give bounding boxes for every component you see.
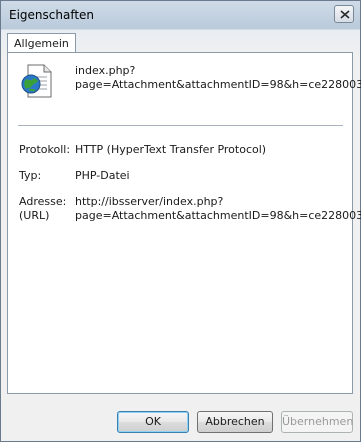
protocol-value: HTTP (HyperText Transfer Protocol)	[75, 143, 267, 156]
close-icon	[340, 10, 350, 19]
cancel-button[interactable]: Abbrechen	[197, 411, 273, 433]
address-label: Adresse: (URL)	[19, 195, 66, 223]
type-label: Typ:	[19, 169, 42, 182]
tab-allgemein[interactable]: Allgemein	[7, 33, 76, 53]
address-value: http://ibsserver/index.php? page=Attachm…	[75, 195, 361, 223]
tab-panel-allgemein: index.php? page=Attachment&attachmentID=…	[7, 52, 361, 394]
address-line1: http://ibsserver/index.php?	[75, 195, 224, 208]
title-bar[interactable]: Eigenschaften	[1, 1, 360, 29]
address-line2: page=Attachment&attachmentID=98&h=ce2280…	[75, 209, 361, 222]
apply-button[interactable]: Übernehmen	[281, 411, 353, 433]
file-name-line2: page=Attachment&attachmentID=98&h=ce2280…	[75, 78, 361, 91]
protocol-label: Protokoll:	[19, 143, 71, 156]
type-value: PHP-Datei	[75, 169, 130, 182]
file-name: index.php? page=Attachment&attachmentID=…	[75, 64, 361, 92]
close-button[interactable]	[334, 5, 354, 23]
php-document-globe-icon	[20, 63, 54, 102]
window-title: Eigenschaften	[9, 8, 95, 22]
properties-dialog: Eigenschaften Allgemein index.php? page=…	[0, 0, 361, 442]
ok-button[interactable]: OK	[117, 411, 189, 433]
address-label-line1: Adresse:	[19, 195, 67, 208]
address-label-line2: (URL)	[19, 209, 50, 222]
separator	[18, 125, 343, 127]
file-name-line1: index.php?	[75, 64, 136, 77]
